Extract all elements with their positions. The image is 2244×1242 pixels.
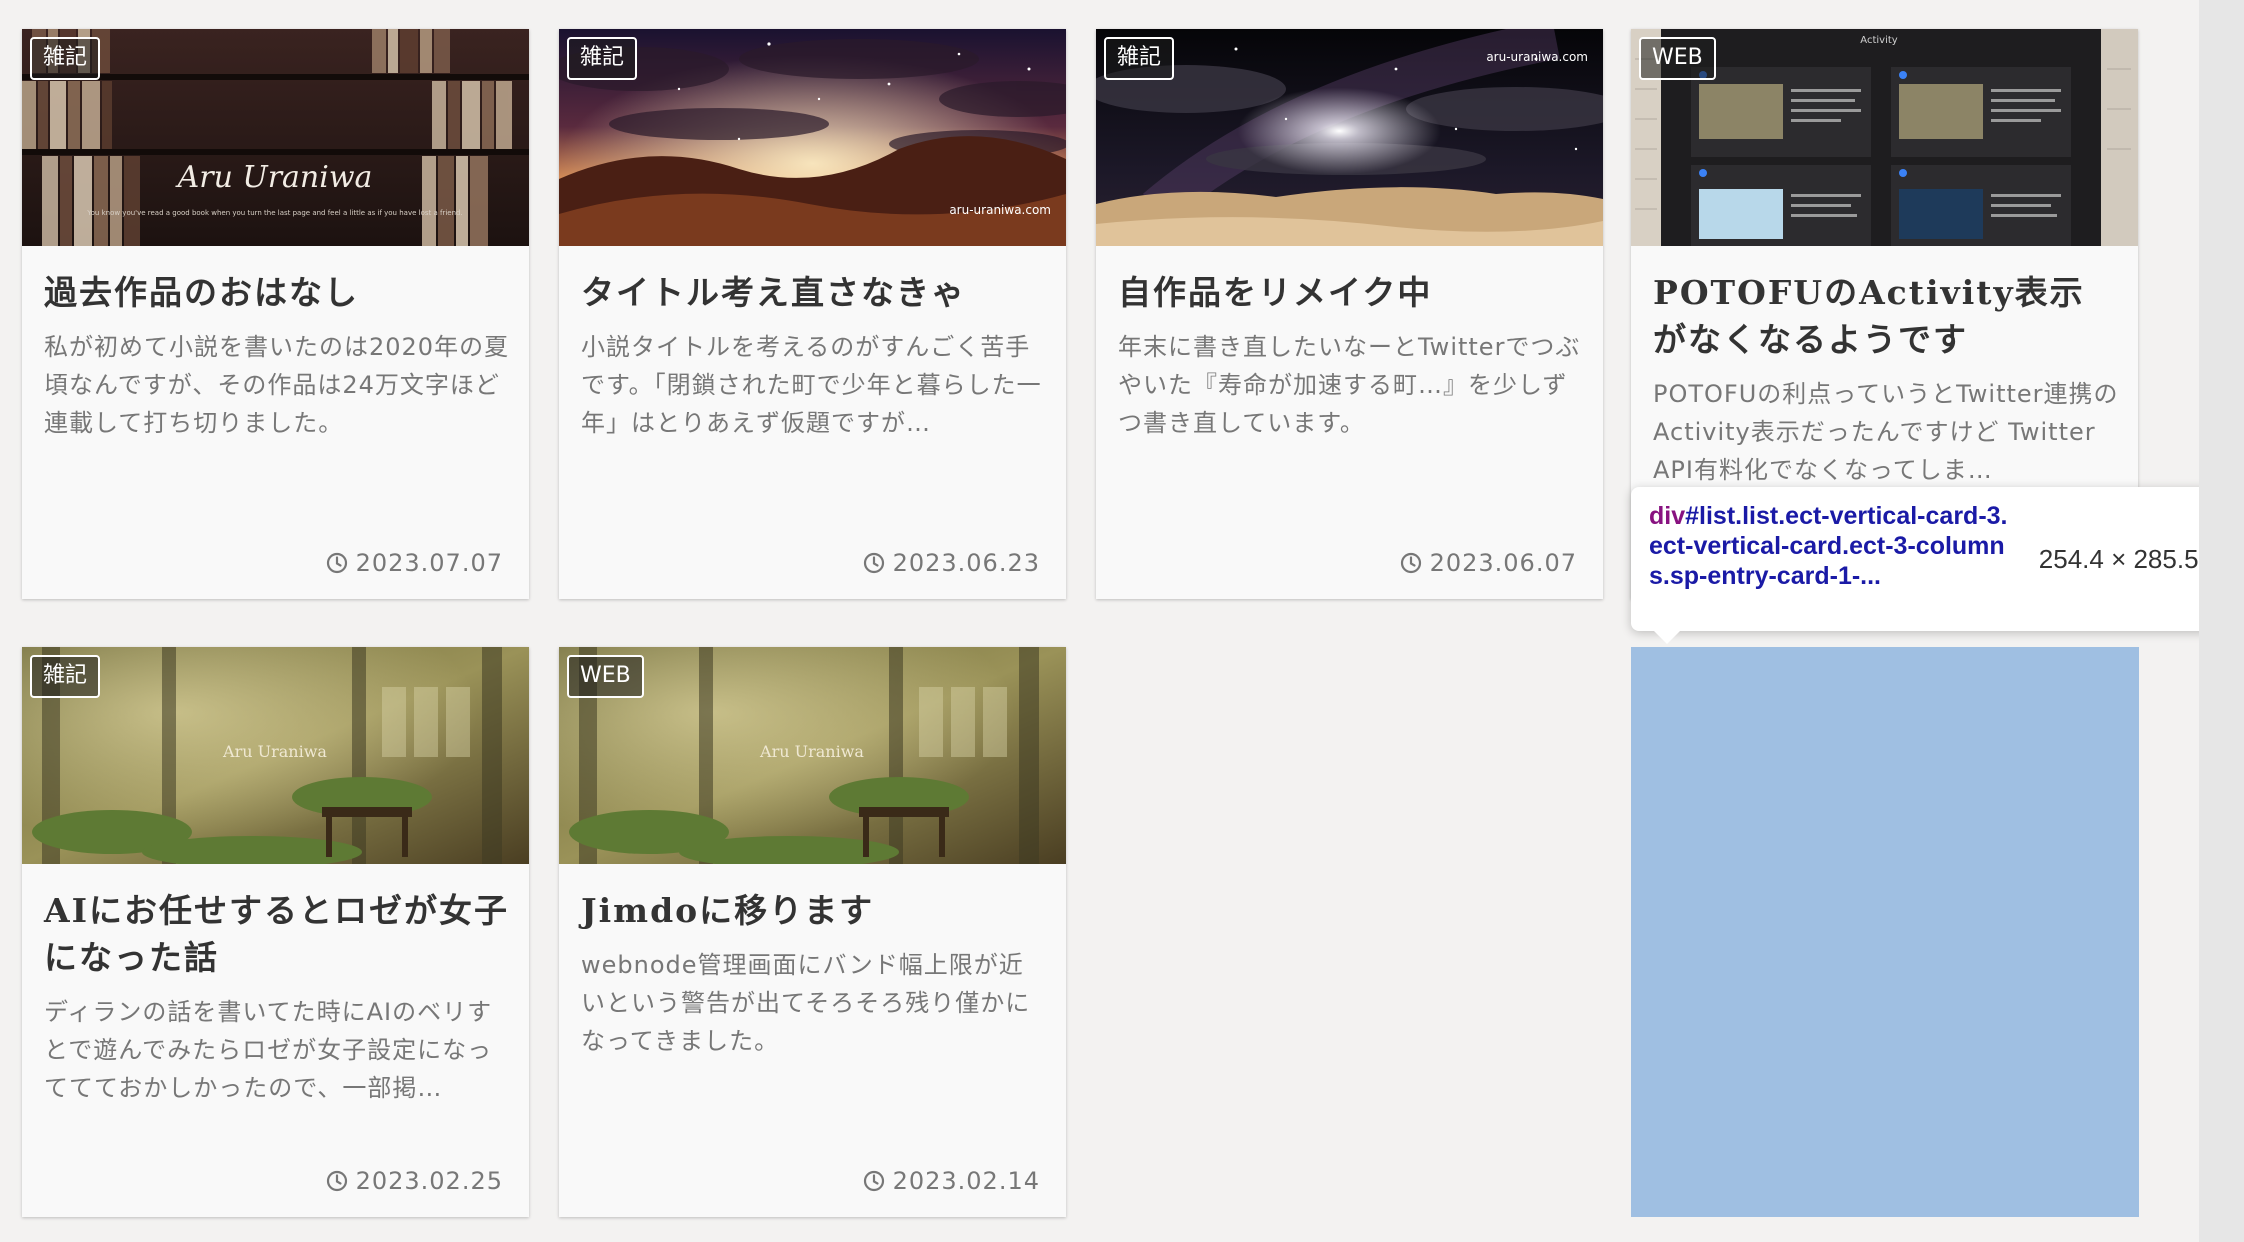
category-badge[interactable]: WEB — [567, 655, 644, 698]
entry-date-text: 2023.07.07 — [355, 549, 503, 577]
svg-text:Activity: Activity — [1860, 35, 1897, 46]
svg-text:Aru Uraniwa: Aru Uraniwa — [759, 742, 864, 761]
svg-text:aru-uraniwa.com: aru-uraniwa.com — [1486, 50, 1588, 64]
entry-date: 2023.02.14 — [863, 1167, 1040, 1195]
thumbnail-image: aru-uraniwa.com 雑記 — [1096, 29, 1603, 246]
entry-title[interactable]: 自作品をリメイク中 — [1118, 269, 1584, 316]
thumbnail-image: aru-uraniwa.com 雑記 — [559, 29, 1066, 246]
entry-title[interactable]: AIにお任せするとロゼが女子になった話 — [44, 887, 510, 981]
inspector-selector-text: #list.list.ect-vertical-card-3.ect-verti… — [1649, 502, 2008, 590]
entry-card[interactable]: Aru Uraniwa WEB Jimdoに移ります webnode管理画面にバ… — [559, 647, 1066, 1217]
entry-date-text: 2023.02.14 — [892, 1167, 1040, 1195]
entry-title[interactable]: Jimdoに移ります — [581, 887, 1047, 934]
entry-title[interactable]: 過去作品のおはなし — [44, 269, 510, 316]
thumbnail-image: Aru Uraniwa WEB — [559, 647, 1066, 864]
category-badge[interactable]: 雑記 — [567, 37, 638, 80]
category-badge[interactable]: 雑記 — [1104, 37, 1175, 80]
entry-card[interactable]: aru-uraniwa.com 雑記 自作品をリメイク中 年末に書き直したいなー… — [1096, 29, 1603, 599]
clock-icon — [863, 552, 884, 574]
entry-snippet: 私が初めて小説を書いたのは2020年の夏頃なんですが、その作品は24万文字ほど連… — [44, 333, 510, 437]
entry-date: 2023.06.07 — [1400, 549, 1577, 577]
element-highlight-overlay — [1631, 647, 2139, 1217]
entry-date-text: 2023.06.07 — [1429, 549, 1577, 577]
entry-card[interactable]: Aru Uraniwa 雑記 AIにお任せするとロゼが女子になった話 ディランの… — [22, 647, 529, 1217]
inspector-selector: div#list.list.ect-vertical-card-3.ect-ve… — [1649, 501, 2019, 591]
entry-snippet: 小説タイトルを考えるのがすんごく苦手です。「閉鎖された町で少年と暮らした一年」は… — [581, 333, 1042, 437]
clock-icon — [863, 1170, 884, 1192]
inspector-tag: div — [1649, 502, 1686, 530]
entry-date-text: 2023.06.23 — [892, 549, 1040, 577]
scrollbar[interactable] — [2199, 0, 2244, 1242]
clock-icon — [326, 1170, 347, 1192]
category-badge[interactable]: 雑記 — [30, 655, 101, 698]
entry-date-text: 2023.02.25 — [355, 1167, 503, 1195]
clock-icon — [326, 552, 347, 574]
inspector-tooltip: div#list.list.ect-vertical-card-3.ect-ve… — [1631, 487, 2231, 644]
svg-text:aru-uraniwa.com: aru-uraniwa.com — [949, 203, 1051, 217]
svg-text:Aru Uraniwa: Aru Uraniwa — [175, 160, 373, 195]
svg-text:You know you've read a good bo: You know you've read a good book when yo… — [86, 209, 462, 217]
thumbnail-image: Activity WEB — [1631, 29, 2138, 246]
entry-snippet: webnode管理画面にバンド幅上限が近いという警告が出てそろそろ残り僅かになっ… — [581, 951, 1031, 1055]
thumbnail-image: Aru Uraniwa 雑記 — [22, 647, 529, 864]
category-badge[interactable]: 雑記 — [30, 37, 101, 80]
entry-snippet: POTOFUの利点っていうとTwitter連携のActivity表示だったんです… — [1653, 380, 2119, 484]
category-badge[interactable]: WEB — [1639, 37, 1716, 80]
entry-snippet: ディランの話を書いてた時にAIのベリすとで遊んでみたらロゼが女子設定になっててて… — [44, 998, 493, 1102]
entry-date: 2023.07.07 — [326, 549, 503, 577]
entry-card[interactable]: Aru Uraniwa You know you've read a good … — [22, 29, 529, 599]
thumbnail-image: Aru Uraniwa You know you've read a good … — [22, 29, 529, 246]
entry-title[interactable]: POTOFUのActivity表示がなくなるようです — [1653, 269, 2119, 363]
entry-card[interactable]: aru-uraniwa.com 雑記 タイトル考え直さなきゃ 小説タイトルを考え… — [559, 29, 1066, 599]
entry-date: 2023.02.25 — [326, 1167, 503, 1195]
entry-snippet: 年末に書き直したいなーとTwitterでつぶやいた『寿命が加速する町…』を少しず… — [1118, 333, 1581, 437]
entry-title[interactable]: タイトル考え直さなきゃ — [581, 269, 1047, 316]
clock-icon — [1400, 552, 1421, 574]
tooltip-arrow — [1653, 630, 1681, 644]
entry-date: 2023.06.23 — [863, 549, 1040, 577]
inspector-dimensions: 254.4 × 285.55 — [2038, 544, 2213, 574]
svg-text:Aru Uraniwa: Aru Uraniwa — [222, 742, 327, 761]
